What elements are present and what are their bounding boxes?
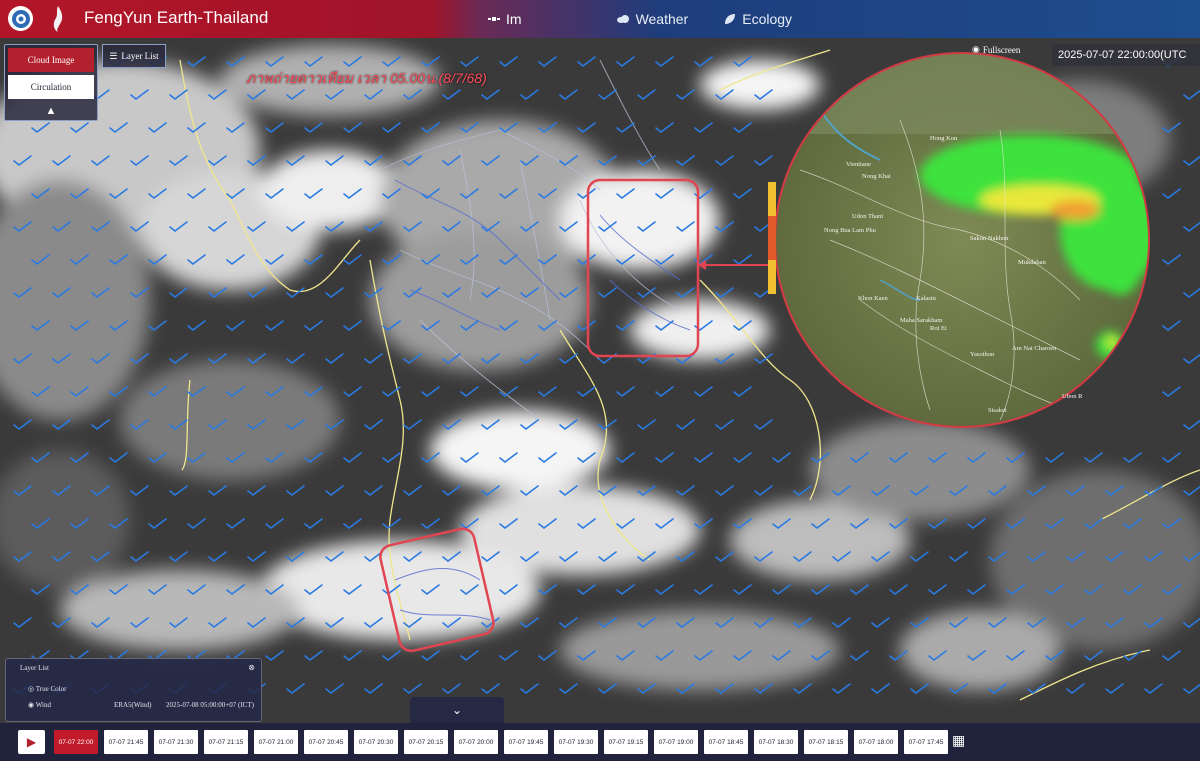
satellite-map[interactable]: Hong Kon Vientiane Nong Khai Udon Thani Nong… [0,0,1200,761]
radar-place-label: Khon Kaen [858,295,889,302]
radar-place-label: Mukdahan [1018,259,1047,266]
time-step[interactable]: 07-07 21:45 [104,730,148,754]
radio-icon: ◉ [28,701,35,709]
eye-icon: ◉ [972,44,980,54]
cma-logo-icon [8,6,33,31]
collapse-panel-button[interactable]: ▲ [5,102,97,120]
play-icon: ▶ [26,735,37,749]
close-icon[interactable]: ⊗ [248,663,255,672]
app-header: FengYun Earth-Thailand Im Weather Ecolog… [0,0,1200,38]
satellite-icon [488,17,500,21]
time-step[interactable]: 07-07 20:45 [304,730,348,754]
cloud-image-button[interactable]: Cloud Image [8,48,94,72]
thai-emblem-icon [48,4,68,34]
layer-list-button[interactable]: ☰ Layer List [102,44,166,68]
time-step[interactable]: 07-07 19:30 [554,730,598,754]
tab-ecology[interactable]: Ecology [706,0,810,38]
chevron-up-icon: ▲ [45,105,57,117]
layer-row-true-color-label: True Color [35,685,67,693]
image-type-panel: Cloud Image Circulation ▲ [4,44,98,121]
radar-place-label: Roi Et [930,325,947,332]
layer-row-true-color[interactable]: ◎ True Color [28,685,66,693]
layer-row-wind-label: Wind [35,701,52,709]
tab-weather[interactable]: Weather [598,0,707,38]
radar-place-label: Kalasin [916,295,937,302]
layer-row-wind[interactable]: ◉ Wind [28,701,51,709]
timeline-steps: 07-07 22:00 07-07 21:45 07-07 21:30 07-07 2… [54,730,948,754]
radar-place-label: Udon Thani [852,213,883,220]
layer-row-wind-time: 2025-07-08 05:00:00+07 (ICT) [166,701,254,709]
layer-list-button-label: Layer List [121,51,159,61]
layer-list-panel: Layer List ⊗ ◎ True Color ◉ Wind ERA5(Wi… [5,658,262,722]
time-step[interactable]: 07-07 20:15 [404,730,448,754]
radar-place-label: Nong Khai [862,173,891,180]
app-title: FengYun Earth-Thailand [84,8,269,27]
time-step[interactable]: 07-07 21:15 [204,730,248,754]
time-step[interactable]: 07-07 19:15 [604,730,648,754]
time-step[interactable]: 07-07 19:45 [504,730,548,754]
radar-place-label: Sisaket [988,407,1007,414]
radar-place-label: Nong Bua Lam Phu [824,227,877,234]
play-button[interactable]: ▶ [18,730,45,754]
time-step[interactable]: 07-07 22:00 [54,730,98,754]
tab-weather-label: Weather [635,11,689,27]
time-step[interactable]: 07-07 17:45 [904,730,948,754]
calendar-icon[interactable]: ▦ [952,732,965,749]
time-step[interactable]: 07-07 18:30 [754,730,798,754]
time-step[interactable]: 07-07 18:45 [704,730,748,754]
radar-place-label: Vientiane [846,161,871,168]
fullscreen-label: Fullscreen [982,44,1021,55]
radar-place-label: Sakon Nakhon [970,235,1009,242]
time-step[interactable]: 07-07 20:30 [354,730,398,754]
time-step[interactable]: 07-07 21:30 [154,730,198,754]
current-timestamp: 2025-07-07 22:00:00(UTC [1052,44,1200,66]
time-step[interactable]: 07-07 18:00 [854,730,898,754]
tab-image[interactable]: Im [470,0,540,38]
layer-row-wind-source: ERA5(Wind) [114,701,152,709]
timeline-toggle-button[interactable]: ⌄ [410,697,504,723]
time-step[interactable]: 07-07 18:15 [804,730,848,754]
layer-panel-heading: Layer List [20,664,49,672]
time-step[interactable]: 07-07 20:00 [454,730,498,754]
radio-icon: ◎ [28,685,35,693]
time-step[interactable]: 07-07 21:00 [254,730,298,754]
timeline-bar: ▶ 07-07 22:00 07-07 21:45 07-07 21:30 07-07… [0,723,1200,761]
tab-ecology-label: Ecology [742,11,793,27]
main-tabs: Im Weather Ecology [470,0,810,38]
radar-place-label: Maha Sarakham [900,317,942,324]
chevron-down-icon: ⌄ [451,703,463,717]
fullscreen-button[interactable]: ◉ Fullscreen [972,44,1020,55]
radar-place-label: Hong Kon [930,135,958,142]
map-caption: ภาพถ่ายดาวเทียม เวลา 05.00น.(8/7/68) [246,70,487,86]
radar-place-label: Yasothon [970,351,995,358]
circulation-button[interactable]: Circulation [8,75,94,99]
layers-icon: ☰ [109,50,118,61]
cloud-icon [616,15,629,23]
leaf-icon [725,14,736,24]
time-step[interactable]: 07-07 19:00 [654,730,698,754]
radar-place-label: Am Nat Charoen [1012,345,1057,352]
tab-image-label: Im [506,11,522,27]
radar-place-label: Ubon R [1062,393,1083,400]
